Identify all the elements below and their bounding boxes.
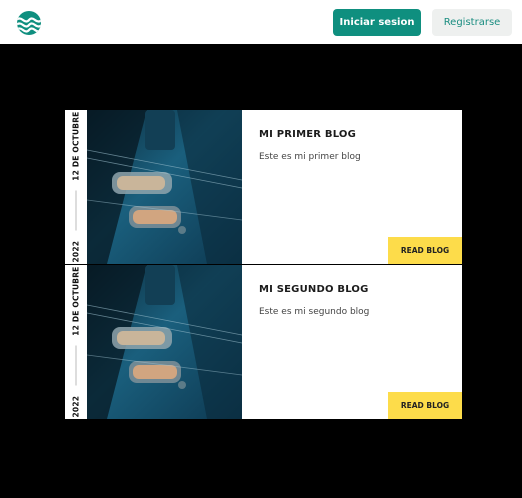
- login-button[interactable]: Iniciar sesion: [333, 9, 421, 36]
- read-blog-button[interactable]: READ BLOG: [388, 237, 462, 264]
- post-title: MI PRIMER BLOG: [259, 129, 357, 140]
- register-button[interactable]: Registrarse: [432, 9, 512, 36]
- navbar: Iniciar sesion Registrarse: [0, 0, 522, 44]
- post-image: [87, 110, 242, 264]
- post-title: MI SEGUNDO BLOG: [259, 284, 369, 295]
- blog-card: 2022 12 DE OCTUBRE: [65, 110, 462, 264]
- post-date: 2022 12 DE OCTUBRE: [65, 110, 88, 264]
- guitar-photo: [87, 110, 242, 264]
- post-excerpt: Este es mi segundo blog: [259, 307, 370, 317]
- post-date-year: 2022: [71, 240, 81, 263]
- post-date-day: 12 DE OCTUBRE: [71, 266, 81, 336]
- guitar-photo: [87, 265, 242, 419]
- date-divider: [75, 345, 77, 386]
- post-date-year: 2022: [71, 395, 81, 418]
- post-excerpt: Este es mi primer blog: [259, 152, 361, 162]
- post-image: [87, 265, 242, 419]
- waves-icon[interactable]: [16, 11, 42, 35]
- post-date-day: 12 DE OCTUBRE: [71, 111, 81, 181]
- read-blog-button[interactable]: READ BLOG: [388, 392, 462, 419]
- post-date: 2022 12 DE OCTUBRE: [65, 265, 88, 419]
- blog-card: 2022 12 DE OCTUBRE: [65, 265, 462, 419]
- date-divider: [75, 190, 77, 231]
